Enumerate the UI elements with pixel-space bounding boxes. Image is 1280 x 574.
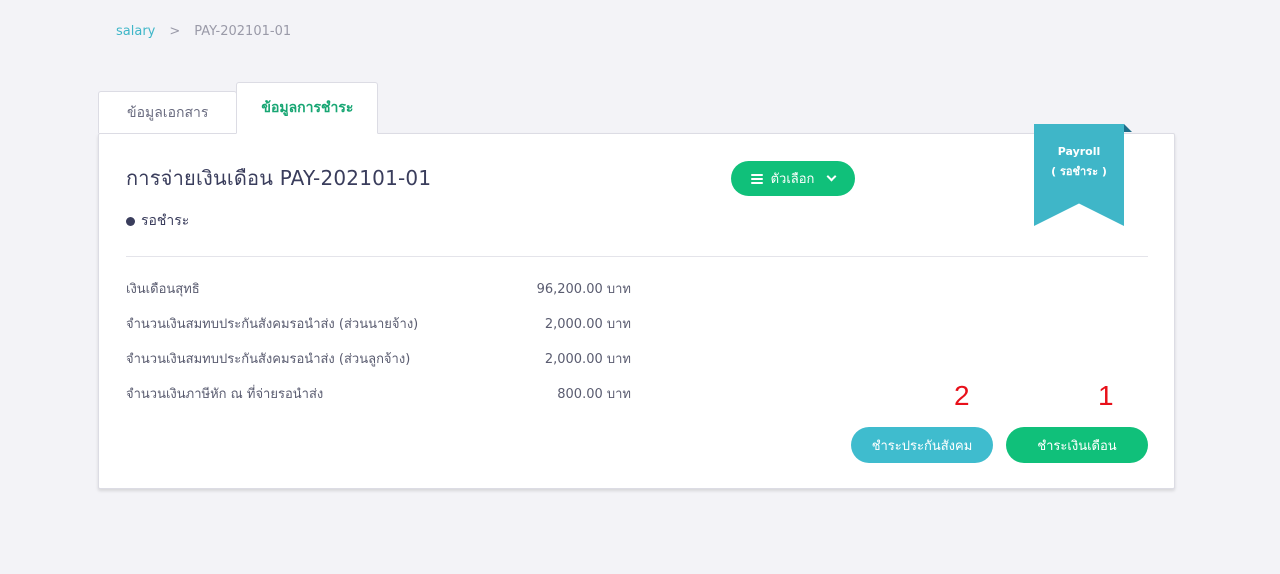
breadcrumb-separator: > (169, 24, 181, 39)
tab-payment-info[interactable]: ข้อมูลการชำระ (236, 82, 379, 134)
pay-salary-button[interactable]: ชำระเงินเดือน (1006, 427, 1148, 463)
status-dot-icon (126, 216, 135, 226)
row-label: จำนวนเงินภาษีหัก ณ ที่จ่ายรอนำส่ง (126, 387, 324, 402)
row-value: 2,000.00 บาท (544, 317, 631, 332)
row-value: 2,000.00 บาท (544, 352, 631, 367)
options-label: ตัวเลือก (770, 172, 815, 187)
status-indicator: รอชำระ (126, 210, 189, 232)
ribbon-title: Payroll (1057, 145, 1101, 158)
row-value: 96,200.00 บาท (536, 282, 631, 297)
ribbon-fold (1124, 124, 1132, 132)
row-label: จำนวนเงินสมทบประกันสังคมรอนำส่ง (ส่วนลูก… (126, 352, 411, 367)
step-marker-1: 1 (1098, 380, 1114, 411)
payment-card: การจ่ายเงินเดือน PAY-202101-01 ตัวเลือก … (98, 124, 1175, 489)
ribbon-status: ( รอชำระ ) (1051, 165, 1107, 178)
summary-row-withholding-tax: จำนวนเงินภาษีหัก ณ ที่จ่ายรอนำส่ง 800.00… (126, 376, 631, 411)
tab-bar: ข้อมูลเอกสาร ข้อมูลการชำระ (98, 81, 379, 134)
summary-row-sso-employer: จำนวนเงินสมทบประกันสังคมรอนำส่ง (ส่วนนาย… (126, 306, 631, 341)
options-button[interactable]: ตัวเลือก (731, 161, 855, 196)
breadcrumb-current: PAY-202101-01 (194, 24, 292, 39)
divider (126, 256, 1148, 257)
step-marker-2: 2 (954, 380, 970, 411)
page-title: การจ่ายเงินเดือน PAY-202101-01 (126, 166, 432, 190)
menu-icon (750, 173, 763, 184)
chevron-down-icon (826, 171, 837, 182)
summary-row-sso-employee: จำนวนเงินสมทบประกันสังคมรอนำส่ง (ส่วนลูก… (126, 341, 631, 376)
row-label: จำนวนเงินสมทบประกันสังคมรอนำส่ง (ส่วนนาย… (126, 317, 419, 332)
breadcrumb-salary-link[interactable]: salary (116, 24, 155, 39)
pay-social-security-button[interactable]: ชำระประกันสังคม (851, 427, 993, 463)
payment-summary: เงินเดือนสุทธิ 96,200.00 บาท จำนวนเงินสม… (126, 271, 631, 411)
tab-document-info[interactable]: ข้อมูลเอกสาร (98, 91, 238, 133)
status-ribbon: Payroll ( รอชำระ ) (1034, 124, 1124, 226)
breadcrumb: salary > PAY-202101-01 (116, 24, 291, 39)
summary-row-net-salary: เงินเดือนสุทธิ 96,200.00 บาท (126, 271, 631, 306)
row-label: เงินเดือนสุทธิ (126, 282, 200, 297)
row-value: 800.00 บาท (557, 387, 631, 402)
status-label: รอชำระ (141, 213, 190, 229)
